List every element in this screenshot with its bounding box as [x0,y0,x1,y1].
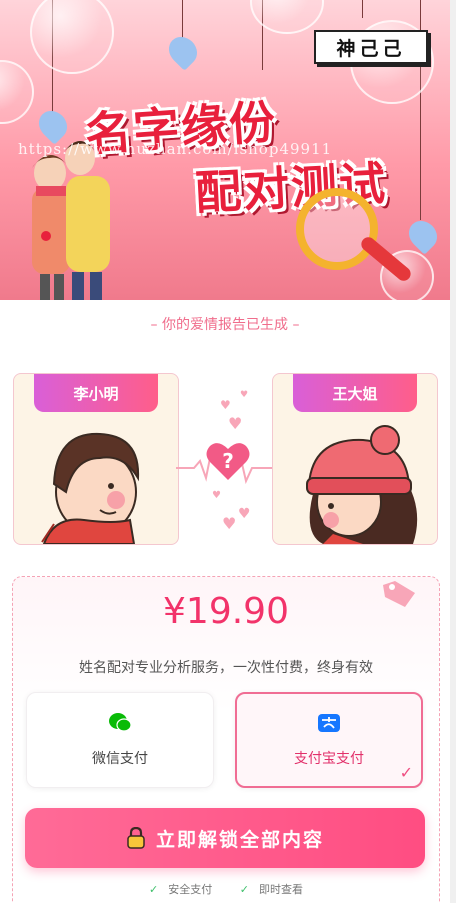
person-card-right: 王大姐 [272,373,438,545]
assurance-instant: ✓ 即时查看 [234,883,309,896]
bubble [0,60,34,124]
alipay-icon [318,714,340,732]
person-card-left: 李小明 [13,373,179,545]
assurance-instant-label: 即时查看 [258,883,303,896]
mini-heart-icon: ♥ [240,390,249,400]
mini-heart-icon: ♥ [212,490,221,501]
assurance-secure-label: 安全支付 [168,883,213,896]
scrollbar-track [450,0,456,903]
service-description: 姓名配对专业分析服务，一次性付费，终身有效 [79,660,373,676]
girl-avatar-icon [306,425,418,544]
heart-balloon [163,31,203,71]
center-heart-icon: ? [205,438,251,484]
lock-icon [127,827,145,849]
banner: 神己己 名字缘份 配对测试 https://www.huzhan.com/ish… [0,0,450,300]
price-value: ¥19.90 [163,591,289,632]
assurance-row: ✓ 安全支付 ✓ 即时查看 [13,881,439,897]
wechat-pay-label: 微信支付 [92,751,148,767]
report-caption: – 你的爱情报告已生成 – [0,300,450,349]
mini-heart-icon: ♥ [228,414,243,433]
heart-balloon [403,215,443,255]
alipay-option[interactable]: 支付宝支付 ✓ [235,692,423,788]
magnifier-icon [296,188,378,270]
wechat-icon [109,713,132,732]
alipay-label: 支付宝支付 [294,751,364,767]
brand-logo: 神己己 [314,30,428,64]
assurance-secure: ✓ 安全支付 [143,883,218,896]
wechat-pay-option[interactable]: 微信支付 [26,692,214,788]
check-icon: ✓ [149,883,159,896]
selected-check-icon: ✓ [399,763,413,782]
check-icon: ✓ [239,883,249,896]
boy-avatar-icon [41,432,140,544]
unlock-label: 立即解锁全部内容 [155,828,324,851]
page: 神己己 名字缘份 配对测试 https://www.huzhan.com/ish… [0,0,456,903]
balloon-string [362,0,363,18]
heart-question-mark: ? [222,449,234,473]
pair-section: 李小明 ? ♥ ♥ ♥ ♥ ♥ ♥ 王大姐 [0,348,450,568]
mini-heart-icon: ♥ [220,398,231,412]
payment-panel: ¥19.90 姓名配对专业分析服务，一次性付费，终身有效 微信支付 支付宝支付 … [12,576,440,903]
bubble [30,0,114,74]
watermark-text: https://www.huzhan.com/ishop49911 [18,140,333,158]
mini-heart-icon: ♥ [238,506,251,522]
mini-heart-icon: ♥ [222,514,237,533]
unlock-button[interactable]: 立即解锁全部内容 [25,808,425,868]
